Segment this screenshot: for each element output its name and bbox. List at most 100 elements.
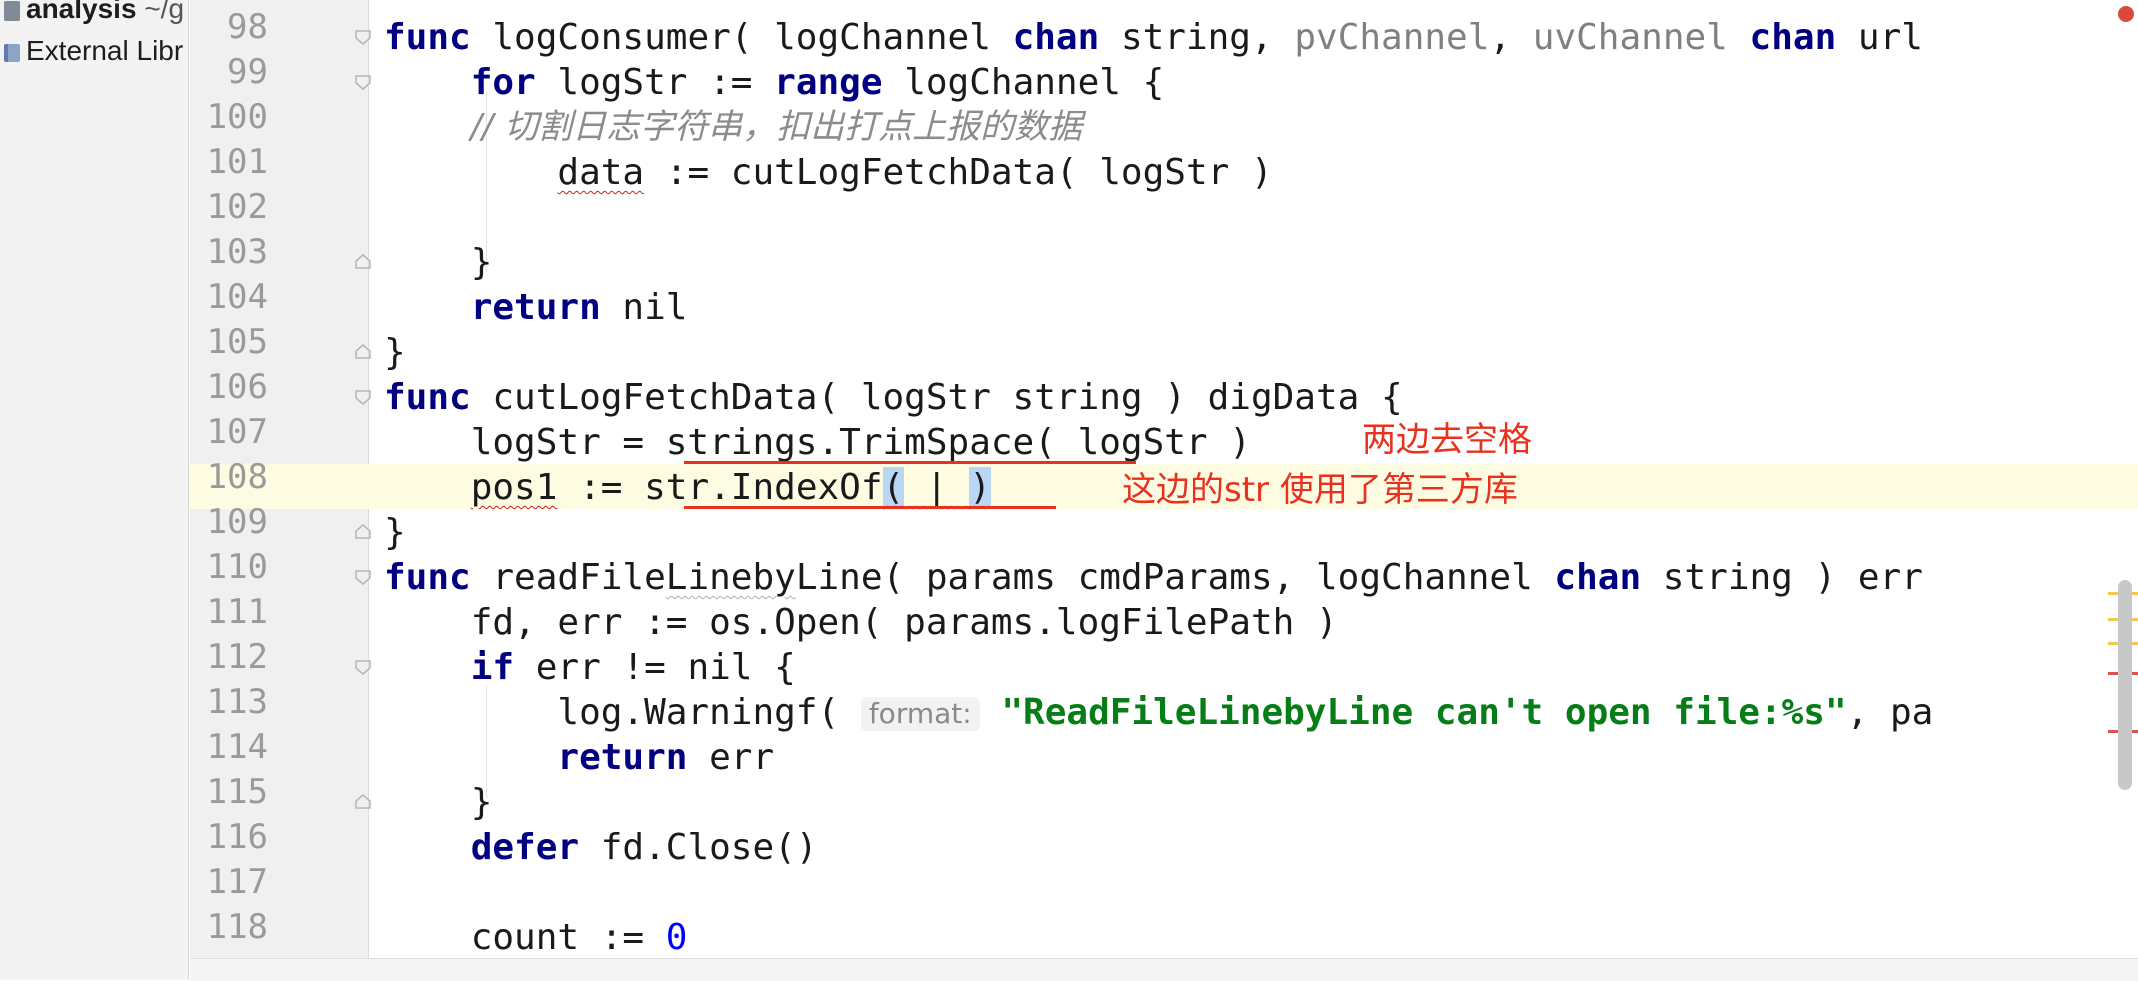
matched-paren: (: [882, 467, 905, 508]
keyword: func: [384, 557, 471, 598]
code-line-116[interactable]: defer fd.Close(): [384, 825, 818, 870]
line-number: 115: [206, 772, 268, 812]
keyword: defer: [470, 827, 580, 868]
code-line-100[interactable]: // 切割日志字符串，扣出打点上报的数据: [384, 105, 1082, 150]
code-line-107[interactable]: logStr = strings.TrimSpace( logStr ): [384, 420, 1251, 465]
code-line-114[interactable]: return err: [384, 735, 774, 780]
unused-parameter: pvChannel: [1294, 17, 1490, 58]
code-line-101[interactable]: data := cutLogFetchData( logStr ): [384, 150, 1273, 195]
code-line-98[interactable]: func logConsumer( logChannel chan string…: [384, 15, 1923, 60]
line-number: 98: [227, 7, 268, 47]
unused-parameter: uvChannel: [1532, 17, 1728, 58]
line-number: 103: [206, 232, 268, 272]
fold-marker-icon[interactable]: [354, 28, 372, 46]
fold-marker-icon[interactable]: [354, 388, 372, 406]
annotation-underline: [684, 506, 1056, 509]
line-number: 113: [206, 682, 268, 722]
code-line-109[interactable]: }: [384, 510, 406, 555]
keyword: func: [384, 17, 471, 58]
fold-marker-icon[interactable]: [354, 73, 372, 91]
keyword: chan: [1749, 17, 1837, 58]
fold-marker-icon[interactable]: [354, 568, 372, 586]
code-line-113[interactable]: log.Warningf( format: "ReadFileLinebyLin…: [384, 690, 1933, 735]
code-line-111[interactable]: fd, err := os.Open( params.logFilePath ): [384, 600, 1338, 645]
line-number: 102: [206, 187, 268, 227]
line-number: 114: [206, 727, 268, 767]
parameter-hint: format:: [860, 697, 980, 731]
keyword: return: [470, 287, 601, 328]
typo-warning: Lineby: [665, 557, 796, 598]
line-number: 107: [206, 412, 268, 452]
unused-variable-warning: data: [557, 152, 645, 193]
line-number: 112: [206, 637, 268, 677]
vertical-scrollbar[interactable]: [2118, 580, 2132, 790]
editor-bottom-edge: [190, 958, 2138, 981]
fold-end-icon[interactable]: [354, 343, 372, 361]
keyword: func: [384, 377, 471, 418]
code-text: := cutLogFetchData( logStr ): [644, 152, 1273, 193]
fold-end-icon[interactable]: [354, 523, 372, 541]
fold-end-icon[interactable]: [354, 793, 372, 811]
keyword: chan: [1012, 17, 1100, 58]
code-text: fd.Close(): [579, 827, 818, 868]
line-number: 109: [206, 502, 268, 542]
code-line-103[interactable]: }: [384, 240, 493, 285]
folder-icon: [4, 0, 20, 21]
code-line-112[interactable]: if err != nil {: [384, 645, 796, 690]
code-text: Line( params cmdParams, logChannel: [795, 557, 1555, 598]
code-text: readFile: [470, 557, 666, 598]
error-indicator-icon[interactable]: [2118, 6, 2134, 22]
line-number: 105: [206, 322, 268, 362]
line-number: 117: [206, 862, 268, 902]
code-line-104[interactable]: return nil: [384, 285, 688, 330]
line-number: 116: [206, 817, 268, 857]
code-text: url: [1836, 17, 1923, 58]
external-libraries-row[interactable]: External Libr: [0, 32, 188, 70]
fold-end-icon[interactable]: [354, 253, 372, 271]
code-text: , pa: [1846, 692, 1934, 733]
fold-marker-icon[interactable]: [354, 658, 372, 676]
project-name: analysis: [26, 0, 137, 24]
keyword: if: [470, 647, 515, 688]
code-text: count :=: [384, 917, 666, 958]
code-text: nil: [600, 287, 688, 328]
code-text: log.Warningf(: [384, 692, 861, 733]
project-sidebar: analysis ~/g External Libr: [0, 0, 189, 980]
code-line-106[interactable]: func cutLogFetchData( logStr string ) di…: [384, 375, 1403, 420]
keyword: for: [470, 62, 536, 103]
keyword: chan: [1554, 557, 1642, 598]
code-text: logConsumer( logChannel: [470, 17, 1013, 58]
code-text: err != nil {: [514, 647, 796, 688]
project-root-row[interactable]: analysis ~/g: [0, 0, 188, 28]
code-line-115[interactable]: }: [384, 780, 493, 825]
number-literal: 0: [665, 917, 688, 958]
code-text: string ) err: [1641, 557, 1923, 598]
code-line-118[interactable]: count := 0: [384, 915, 688, 960]
line-number: 110: [206, 547, 268, 587]
keyword: return: [557, 737, 688, 778]
line-number: 111: [206, 592, 268, 632]
line-number: 108: [206, 457, 268, 497]
line-number: 104: [206, 277, 268, 317]
line-number: 118: [206, 907, 268, 947]
code-line-110[interactable]: func readFileLinebyLine( params cmdParam…: [384, 555, 1923, 600]
line-number: 99: [227, 52, 268, 92]
code-text: cutLogFetchData( logStr string ) digData…: [470, 377, 1403, 418]
code-text: logChannel {: [882, 62, 1165, 103]
code-text: ,: [1489, 17, 1533, 58]
annotation-third-party: 这边的str 使用了第三方库: [1122, 470, 1518, 510]
code-line-105[interactable]: }: [384, 330, 406, 375]
external-libraries-label: External Libr: [26, 35, 184, 66]
matched-paren: ): [969, 467, 991, 508]
code-line-99[interactable]: for logStr := range logChannel {: [384, 60, 1165, 105]
line-number: 100: [206, 97, 268, 137]
code-text: err: [687, 737, 775, 778]
code-line-108[interactable]: pos1 := str.IndexOf( | ): [384, 465, 991, 510]
